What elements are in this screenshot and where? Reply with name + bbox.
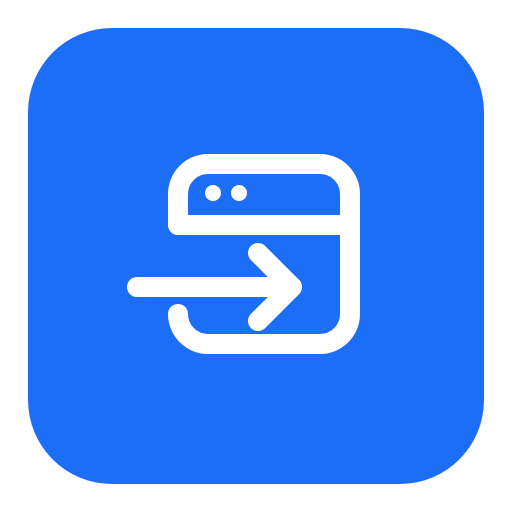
app-icon-canvas — [0, 0, 512, 512]
browser-login-arrow-icon — [127, 154, 360, 354]
window-dot-right — [231, 185, 247, 201]
window-dot-left — [205, 185, 221, 201]
